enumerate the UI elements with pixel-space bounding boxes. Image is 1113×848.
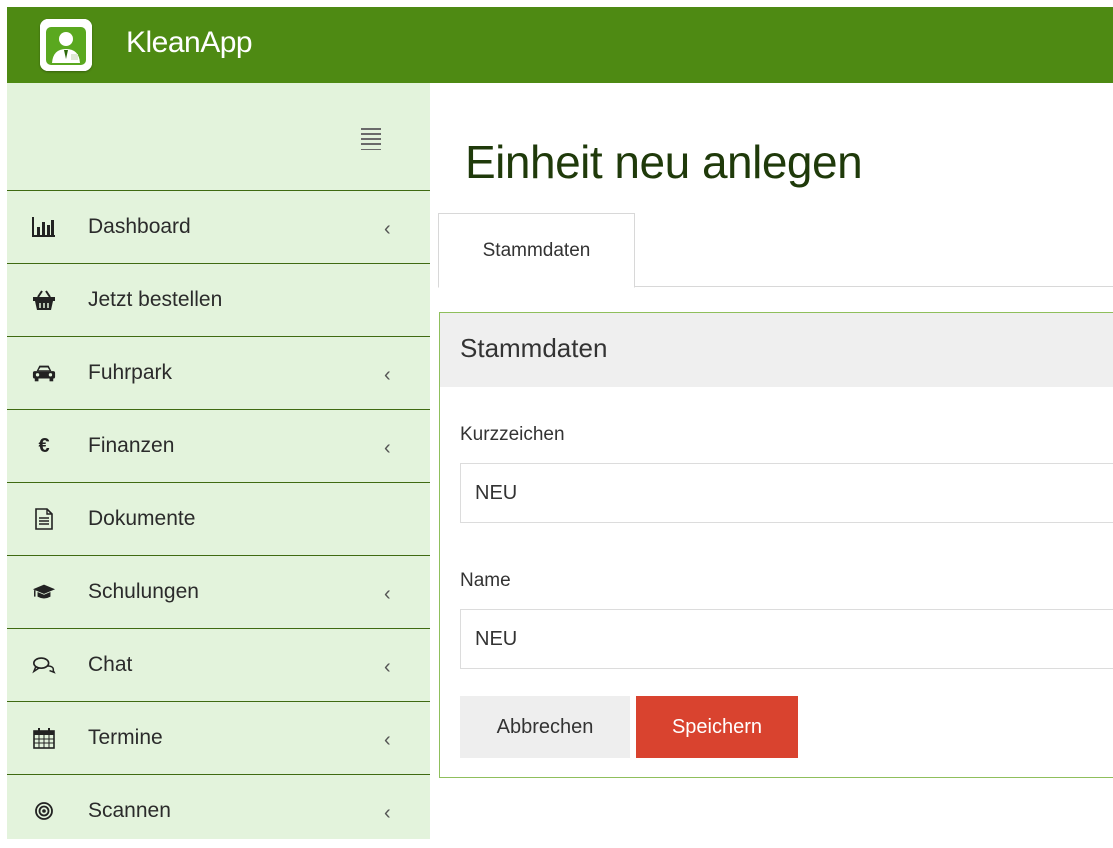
tab-bar: Stammdaten: [438, 213, 1113, 288]
sidebar-item-chat[interactable]: Chat ‹: [7, 629, 430, 702]
name-label: Name: [460, 570, 511, 591]
calendar-icon: [32, 726, 56, 750]
name-input[interactable]: [460, 609, 1113, 669]
sidebar-item-label: Chat: [88, 653, 133, 676]
sidebar-item-fuhrpark[interactable]: Fuhrpark ‹: [7, 337, 430, 410]
hamburger-menu-icon[interactable]: [361, 128, 381, 150]
save-button[interactable]: Speichern: [636, 696, 798, 758]
sidebar: Dashboard ‹ Jetzt bestellen Fuhrpark ‹ €…: [7, 83, 430, 839]
sidebar-item-label: Scannen: [88, 799, 171, 822]
sidebar-item-label: Schulungen: [88, 580, 199, 603]
kurzzeichen-input[interactable]: [460, 463, 1113, 523]
sidebar-item-scannen[interactable]: Scannen ‹: [7, 775, 430, 848]
graduation-cap-icon: [32, 580, 56, 604]
chevron-left-icon: ‹: [384, 656, 391, 678]
app-title: KleanApp: [126, 26, 253, 59]
basket-icon: [32, 288, 56, 312]
euro-icon: €: [38, 434, 50, 457]
car-icon: [32, 361, 56, 385]
target-icon: [32, 799, 56, 823]
kurzzeichen-label: Kurzzeichen: [460, 424, 565, 445]
sidebar-item-jetzt-bestellen[interactable]: Jetzt bestellen: [7, 264, 430, 337]
sidebar-item-label: Finanzen: [88, 434, 175, 457]
bar-chart-icon: [32, 215, 56, 239]
user-logo-icon: [40, 19, 92, 71]
chevron-left-icon: ‹: [384, 583, 391, 605]
sidebar-item-dashboard[interactable]: Dashboard ‹: [7, 191, 430, 264]
chevron-left-icon: ‹: [384, 437, 391, 459]
panel-header: Stammdaten: [440, 313, 1113, 387]
panel-title: Stammdaten: [460, 333, 608, 363]
tab-label: Stammdaten: [482, 239, 591, 261]
top-bar: KleanApp: [7, 7, 1113, 83]
chevron-left-icon: ‹: [384, 364, 391, 386]
chevron-left-icon: ‹: [384, 802, 391, 824]
page-title: Einheit neu anlegen: [465, 136, 863, 188]
app-logo[interactable]: [40, 19, 92, 71]
sidebar-item-label: Jetzt bestellen: [88, 288, 223, 311]
tab-stammdaten[interactable]: Stammdaten: [438, 213, 635, 288]
chevron-left-icon: ‹: [384, 729, 391, 751]
main-content: Einheit neu anlegen Stammdaten Stammdate…: [430, 83, 1113, 839]
sidebar-item-label: Dokumente: [88, 507, 196, 530]
app-frame: KleanApp Dashboard ‹ Jetzt bestellen Fuh…: [7, 7, 1113, 839]
sidebar-item-finanzen[interactable]: € Finanzen ‹: [7, 410, 430, 483]
sidebar-item-dokumente[interactable]: Dokumente: [7, 483, 430, 556]
sidebar-item-schulungen[interactable]: Schulungen ‹: [7, 556, 430, 629]
sidebar-menu: Dashboard ‹ Jetzt bestellen Fuhrpark ‹ €…: [7, 191, 430, 848]
chat-icon: [32, 653, 56, 677]
chevron-left-icon: ‹: [384, 218, 391, 240]
cancel-button[interactable]: Abbrechen: [460, 696, 630, 758]
document-icon: [32, 507, 56, 531]
sidebar-item-label: Termine: [88, 726, 163, 749]
sidebar-item-termine[interactable]: Termine ‹: [7, 702, 430, 775]
sidebar-toggle-area: [7, 83, 430, 191]
stammdaten-panel: Stammdaten Kurzzeichen Name Abbrechen Sp…: [439, 312, 1113, 778]
sidebar-item-label: Dashboard: [88, 215, 191, 238]
sidebar-item-label: Fuhrpark: [88, 361, 173, 384]
